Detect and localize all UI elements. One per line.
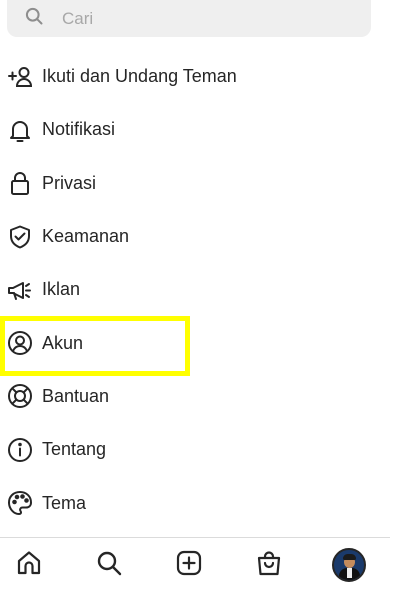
palette-icon bbox=[6, 489, 34, 517]
account-circle-icon bbox=[6, 329, 34, 357]
shop-icon bbox=[255, 549, 283, 582]
megaphone-icon bbox=[6, 276, 34, 304]
menu-item-notifications[interactable]: Notifikasi bbox=[0, 103, 402, 156]
menu-item-theme[interactable]: Tema bbox=[0, 476, 402, 529]
add-post-icon bbox=[175, 549, 203, 582]
menu-item-label: Privasi bbox=[42, 172, 97, 193]
menu-item-label: Keamanan bbox=[42, 226, 130, 247]
menu-item-label: Tentang bbox=[42, 439, 107, 460]
info-icon bbox=[6, 436, 34, 464]
menu-item-help[interactable]: Bantuan bbox=[0, 370, 402, 423]
bell-icon bbox=[6, 116, 34, 144]
nav-home-button[interactable] bbox=[12, 548, 46, 582]
menu-item-label: Ikuti dan Undang Teman bbox=[42, 66, 237, 87]
nav-profile-button[interactable] bbox=[332, 548, 366, 582]
menu-item-follow-invite[interactable]: Ikuti dan Undang Teman bbox=[0, 50, 402, 103]
home-icon bbox=[15, 549, 43, 582]
nav-create-button[interactable] bbox=[172, 548, 206, 582]
add-person-icon bbox=[6, 63, 34, 91]
search-icon bbox=[24, 6, 44, 31]
menu-item-label: Bantuan bbox=[42, 385, 110, 406]
menu-item-ads[interactable]: Iklan bbox=[0, 263, 402, 316]
search-icon bbox=[95, 549, 123, 582]
menu-item-label: Notifikasi bbox=[42, 119, 116, 140]
menu-item-account[interactable]: Akun bbox=[0, 316, 402, 369]
menu-item-label: Tema bbox=[42, 492, 87, 513]
menu-item-security[interactable]: Keamanan bbox=[0, 210, 402, 263]
nav-shop-button[interactable] bbox=[252, 548, 286, 582]
settings-menu: Ikuti dan Undang Teman Notifikasi Privas… bbox=[0, 50, 402, 530]
menu-item-privacy[interactable]: Privasi bbox=[0, 157, 402, 210]
menu-item-label: Iklan bbox=[42, 279, 81, 300]
nav-search-button[interactable] bbox=[92, 548, 126, 582]
lifebuoy-icon bbox=[6, 382, 34, 410]
lock-icon bbox=[6, 169, 34, 197]
search-bar[interactable] bbox=[7, 0, 371, 37]
search-input[interactable] bbox=[62, 8, 342, 29]
menu-item-label: Akun bbox=[42, 332, 84, 353]
shield-check-icon bbox=[6, 223, 34, 251]
profile-avatar bbox=[332, 548, 366, 582]
menu-item-about[interactable]: Tentang bbox=[0, 423, 402, 476]
bottom-nav bbox=[0, 538, 390, 598]
